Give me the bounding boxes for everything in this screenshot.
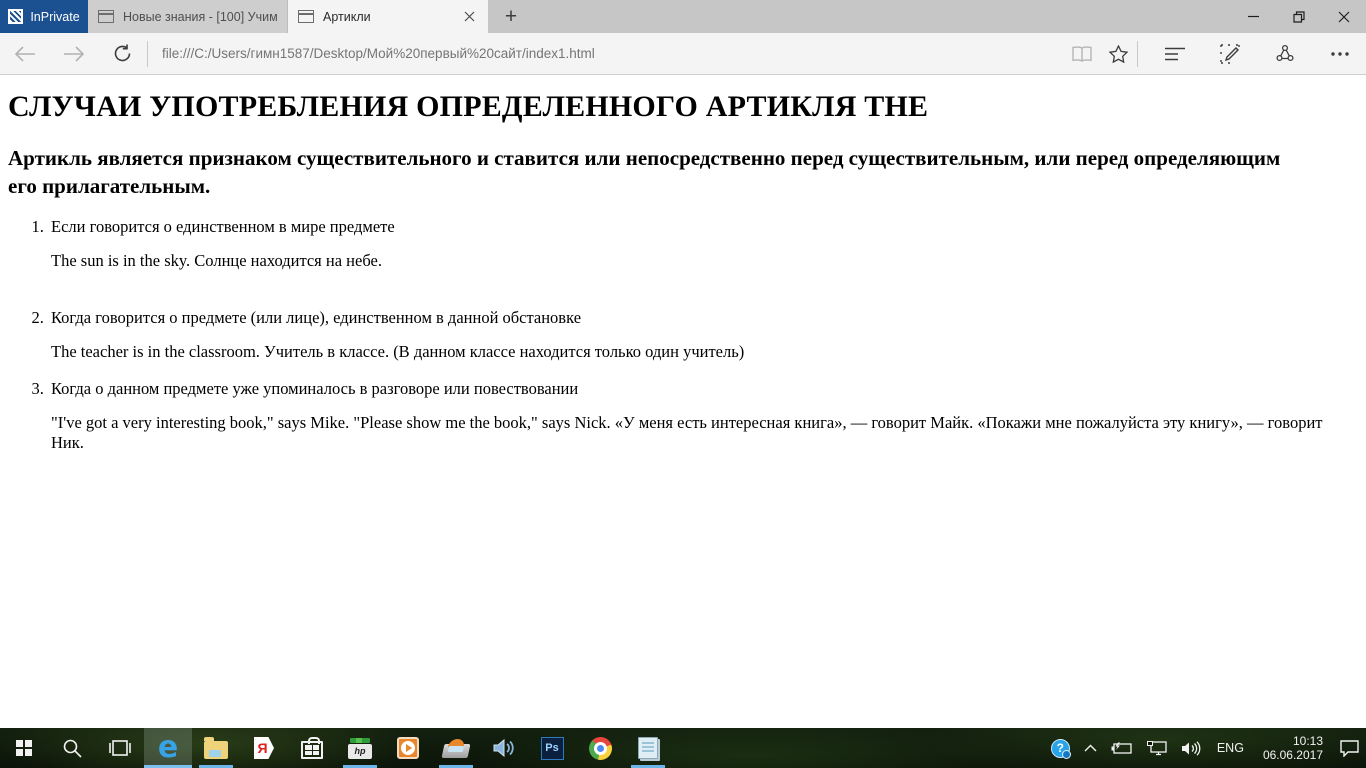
rule-text: Если говорится о единственном в мире пре… <box>51 216 395 236</box>
task-view-icon <box>109 740 131 756</box>
inprivate-icon <box>8 9 24 24</box>
action-center-icon <box>1340 739 1359 757</box>
clock-time: 10:13 <box>1292 734 1323 748</box>
page-icon <box>98 10 114 23</box>
web-note-icon[interactable] <box>1211 43 1248 64</box>
page-title: СЛУЧАИ УПОТРЕБЛЕНИЯ ОПРЕДЕЛЕННОГО АРТИКЛ… <box>8 90 929 123</box>
taskbar-hp-button[interactable]: hp <box>336 728 384 768</box>
list-item: Когда говорится о предмете (или лице), е… <box>48 308 1358 362</box>
taskbar-scanner-button[interactable] <box>432 728 480 768</box>
inprivate-badge: InPrivate <box>0 0 88 33</box>
more-options-icon[interactable] <box>1321 51 1358 56</box>
taskbar-media-player-button[interactable] <box>384 728 432 768</box>
restore-button[interactable] <box>1276 0 1321 33</box>
start-button[interactable] <box>0 728 48 768</box>
media-player-icon <box>397 737 419 759</box>
battery-icon <box>1111 742 1132 754</box>
tab-title: Новые знания - [100] Учим <box>123 9 277 24</box>
rule-text: Когда говорится о предмете (или лице), е… <box>51 307 582 327</box>
taskbar: e Я hp Ps ? ENG 10:13 06.06.2017 <box>0 728 1366 768</box>
edge-icon: e <box>157 730 179 765</box>
close-window-button[interactable] <box>1321 0 1366 33</box>
tabbar-spacer <box>534 0 1231 33</box>
help-icon: ? <box>1050 738 1071 759</box>
intro-paragraph: Артикль является признаком существительн… <box>8 146 1281 198</box>
system-tray: ? ENG 10:13 06.06.2017 <box>1044 728 1366 768</box>
language-indicator[interactable]: ENG <box>1208 728 1253 768</box>
list-item: Если говорится о единственном в мире пре… <box>48 217 1358 271</box>
network-icon <box>1146 740 1167 755</box>
tray-expand-button[interactable] <box>1077 728 1104 768</box>
chevron-up-icon <box>1084 744 1097 752</box>
taskbar-photoshop-button[interactable]: Ps <box>528 728 576 768</box>
example-text: The teacher is in the classroom. Учитель… <box>51 341 745 361</box>
rule-text: Когда о данном предмете уже упоминалось … <box>51 378 579 398</box>
page-icon <box>298 10 314 23</box>
search-icon <box>63 739 82 758</box>
page-content: СЛУЧАИ УПОТРЕБЛЕНИЯ ОПРЕДЕЛЕННОГО АРТИКЛ… <box>0 75 1366 728</box>
task-view-button[interactable] <box>96 728 144 768</box>
refresh-button[interactable] <box>98 33 147 74</box>
inprivate-label: InPrivate <box>30 9 80 24</box>
taskbar-notepad-button[interactable] <box>624 728 672 768</box>
minimize-button[interactable] <box>1231 0 1276 33</box>
new-tab-button[interactable]: + <box>488 0 534 33</box>
back-button[interactable] <box>0 33 49 74</box>
tab-artikli[interactable]: Артикли <box>288 0 488 33</box>
help-tray-button[interactable]: ? <box>1044 728 1077 768</box>
clock-date: 06.06.2017 <box>1262 748 1323 762</box>
toolbar-divider <box>1137 40 1138 67</box>
windows-store-icon <box>301 737 323 759</box>
forward-button[interactable] <box>49 33 98 74</box>
window-controls <box>1231 0 1366 33</box>
tab-title: Артикли <box>323 9 371 24</box>
tab-close-icon[interactable] <box>460 8 478 26</box>
taskbar-search-button[interactable] <box>48 728 96 768</box>
share-icon[interactable] <box>1266 44 1303 64</box>
favorites-star-icon[interactable] <box>1100 44 1137 63</box>
toolbar-right-group <box>1063 40 1366 67</box>
action-center-button[interactable] <box>1333 728 1366 768</box>
taskbar-yandex-button[interactable]: Я <box>240 728 288 768</box>
taskbar-chrome-button[interactable] <box>576 728 624 768</box>
tab-novye-znaniya[interactable]: Новые знания - [100] Учим <box>88 0 288 33</box>
battery-tray-button[interactable] <box>1104 728 1140 768</box>
chrome-icon <box>588 736 612 760</box>
scanner-icon <box>441 744 471 758</box>
taskbar-file-explorer-button[interactable] <box>192 728 240 768</box>
volume-tray-button[interactable] <box>1174 728 1208 768</box>
tab-bar: InPrivate Новые знания - [100] Учим Арти… <box>0 0 1366 33</box>
hp-printer-icon: hp <box>348 737 372 759</box>
yandex-browser-icon: Я <box>254 737 274 759</box>
notepad-icon <box>638 737 658 759</box>
volume-icon <box>1181 740 1201 756</box>
file-explorer-icon <box>204 736 228 759</box>
hub-icon[interactable] <box>1156 47 1193 61</box>
reading-view-icon[interactable] <box>1063 45 1100 62</box>
example-text: "I've got a very interesting book," says… <box>51 412 1323 452</box>
taskbar-audio-button[interactable] <box>480 728 528 768</box>
speaker-icon <box>493 738 514 758</box>
taskbar-store-button[interactable] <box>288 728 336 768</box>
list-item: Когда о данном предмете уже упоминалось … <box>48 379 1358 453</box>
network-tray-button[interactable] <box>1140 728 1174 768</box>
rules-list: Если говорится о единственном в мире пре… <box>8 217 1358 453</box>
taskbar-edge-button[interactable]: e <box>144 728 192 768</box>
example-text: The sun is in the sky. Солнце находится … <box>51 250 382 270</box>
photoshop-icon: Ps <box>540 736 564 760</box>
browser-toolbar: file:///C:/Users/гимн1587/Desktop/Мой%20… <box>0 33 1366 75</box>
windows-logo-icon <box>16 740 32 756</box>
address-bar[interactable]: file:///C:/Users/гимн1587/Desktop/Мой%20… <box>148 46 1063 61</box>
clock[interactable]: 10:13 06.06.2017 <box>1253 734 1333 762</box>
